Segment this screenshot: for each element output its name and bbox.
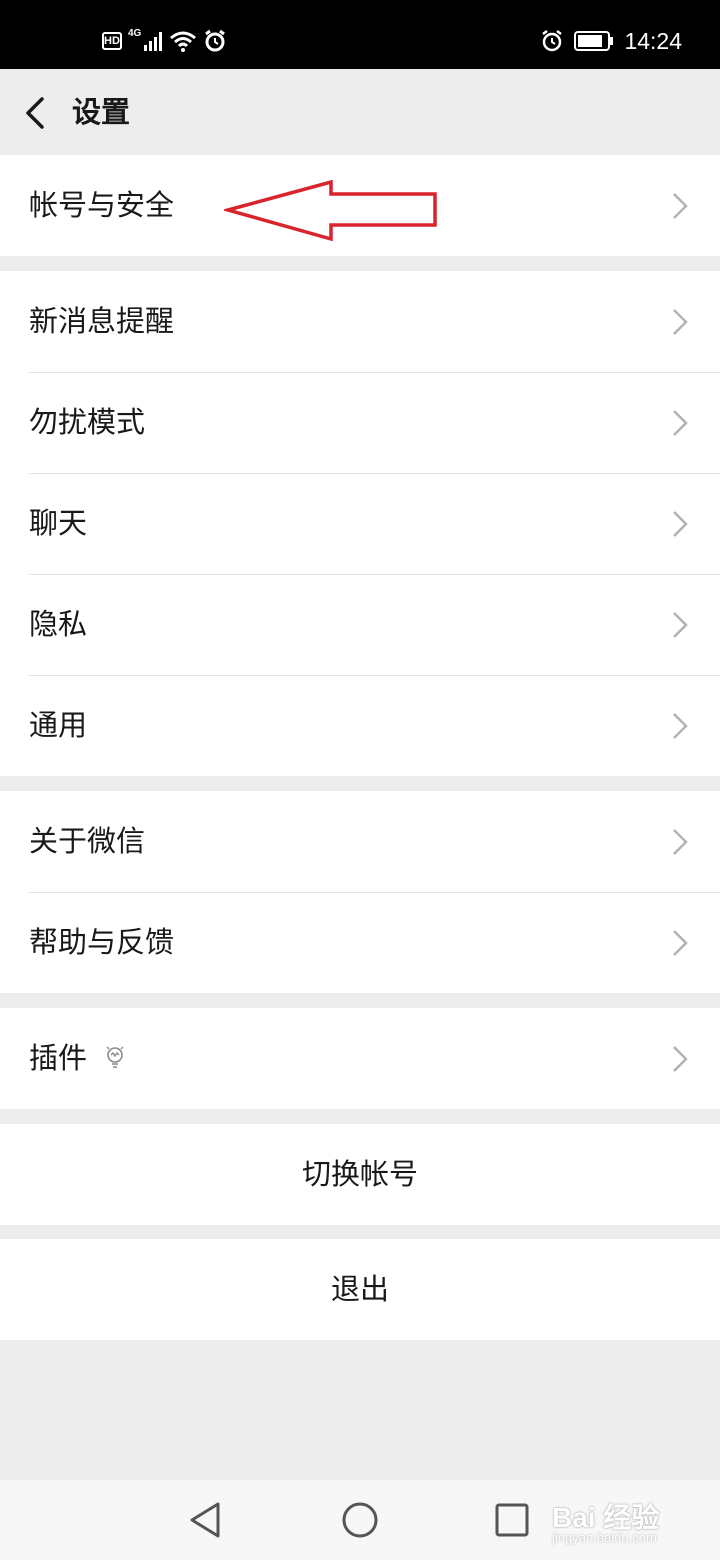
settings-item-label: 帐号与安全 [29, 188, 175, 222]
settings-item-account-security[interactable]: 帐号与安全 [0, 155, 720, 256]
status-icons-left: HD 4G [102, 26, 227, 56]
chevron-right-icon [673, 410, 688, 436]
settings-item-do-not-disturb[interactable]: 勿扰模式 [0, 372, 720, 473]
settings-item-about[interactable]: 关于微信 [0, 791, 720, 892]
chevron-right-icon [673, 1046, 688, 1072]
settings-item-label: 聊天 [29, 506, 88, 540]
settings-item-plugins[interactable]: 插件 [0, 1008, 720, 1109]
settings-item-notifications[interactable]: 新消息提醒 [0, 271, 720, 372]
signal-icon [144, 32, 163, 51]
clock: 14:24 [624, 27, 682, 54]
settings-item-privacy[interactable]: 隐私 [0, 574, 720, 675]
settings-group-account: 帐号与安全 [0, 155, 720, 256]
settings-item-label: 通用 [29, 708, 88, 742]
settings-group-plugins: 插件 [0, 1008, 720, 1109]
chevron-right-icon [673, 713, 688, 739]
nav-home-button[interactable] [340, 1500, 380, 1540]
status-icons-right: 14:24 [540, 24, 682, 58]
home-circle-icon [342, 1502, 378, 1538]
network-type-label: 4G [128, 27, 142, 39]
wifi-icon [170, 31, 197, 52]
settings-item-chat[interactable]: 聊天 [0, 473, 720, 574]
nav-recents-button[interactable] [492, 1500, 532, 1540]
logout-button[interactable]: 退出 [0, 1239, 720, 1340]
status-bar: HD 4G 14:24 [0, 0, 720, 69]
settings-item-label: 勿扰模式 [29, 405, 146, 439]
battery-icon [574, 31, 614, 51]
settings-item-label: 新消息提醒 [29, 304, 175, 338]
settings-item-label: 隐私 [29, 607, 88, 641]
page-title: 设置 [72, 95, 131, 129]
watermark-url: jingyan.baidu.com [552, 1530, 657, 1545]
settings-item-label: 帮助与反馈 [29, 925, 175, 959]
lightbulb-icon [106, 1046, 124, 1068]
chevron-right-icon [673, 612, 688, 638]
back-triangle-icon [190, 1502, 220, 1538]
nav-back-button[interactable] [186, 1500, 226, 1540]
settings-item-label: 关于微信 [29, 824, 146, 858]
settings-item-help-feedback[interactable]: 帮助与反馈 [0, 892, 720, 993]
chevron-right-icon [673, 829, 688, 855]
settings-item-label: 插件 [29, 1041, 88, 1075]
settings-group-about: 关于微信 帮助与反馈 [0, 791, 720, 993]
settings-group-general: 新消息提醒 勿扰模式 聊天 隐私 通用 [0, 271, 720, 776]
chevron-right-icon [673, 511, 688, 537]
chevron-right-icon [673, 930, 688, 956]
alarm-icon [205, 29, 226, 52]
hd-icon: HD [102, 32, 122, 50]
chevron-left-icon [26, 97, 44, 129]
system-nav-bar: Bai 经验 jingyan.baidu.com [0, 1480, 720, 1560]
settings-item-general[interactable]: 通用 [0, 675, 720, 776]
switch-account-button[interactable]: 切换帐号 [0, 1124, 720, 1225]
back-button[interactable] [20, 91, 60, 135]
title-bar: 设置 [0, 69, 720, 155]
alarm-icon [542, 30, 563, 52]
chevron-right-icon [673, 309, 688, 335]
chevron-right-icon [673, 193, 688, 219]
recents-square-icon [495, 1503, 529, 1537]
